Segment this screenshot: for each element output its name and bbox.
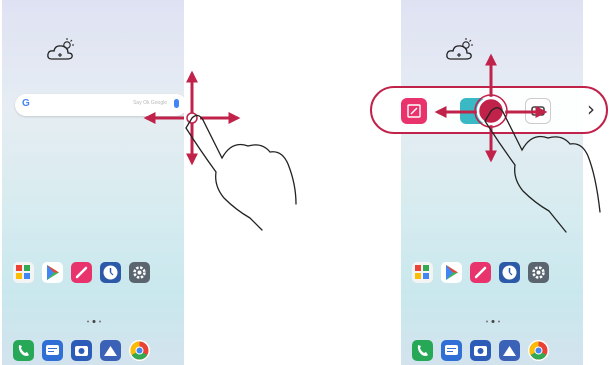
pointing-hand-icon bbox=[185, 114, 297, 231]
pointing-hand-icon bbox=[484, 107, 601, 233]
gesture-overlay bbox=[143, 53, 601, 233]
